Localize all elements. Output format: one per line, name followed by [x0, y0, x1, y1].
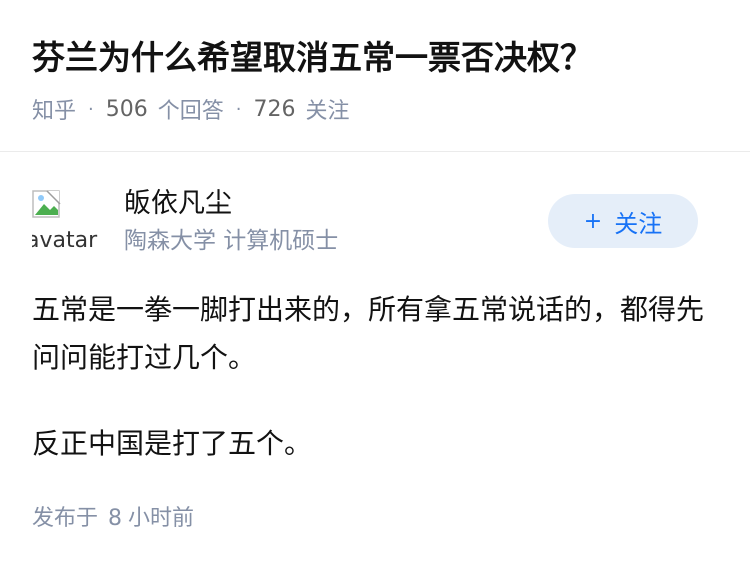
author-name[interactable]: 皈依凡尘	[124, 184, 232, 224]
answer-paragraph: 反正中国是打了五个。	[32, 427, 313, 460]
publish-prefix: 发布于	[32, 506, 99, 531]
follower-count: 726	[253, 96, 296, 122]
question-header: 芬兰为什么希望取消五常一票否决权？ 知乎 · 506 个回答 · 726 关注	[0, 0, 750, 152]
answer-content: 五常是一拳一脚打出来的，所有拿五常说话的，都得先问问能打过几个。 反正中国是打了…	[32, 286, 718, 506]
avatar[interactable]: avatar	[32, 188, 98, 254]
publish-value: 8	[108, 506, 123, 531]
follow-button-label: 关注	[614, 209, 663, 238]
avatar-alt-text: avatar	[32, 228, 98, 253]
source-label[interactable]: 知乎	[32, 93, 76, 125]
publish-suffix: 小时前	[128, 506, 195, 531]
answer-paragraph: 五常是一拳一脚打出来的，所有拿五常说话的，都得先问问能打过几个。	[32, 293, 705, 374]
question-meta: 知乎 · 506 个回答 · 726 关注	[32, 92, 350, 126]
question-title[interactable]: 芬兰为什么希望取消五常一票否决权？	[32, 34, 593, 82]
follower-count-label[interactable]: 关注	[306, 93, 350, 125]
publish-time: 发布于 8 小时前	[32, 502, 194, 536]
separator-dot: ·	[235, 98, 242, 120]
broken-image-icon	[32, 190, 61, 218]
follow-button[interactable]: + 关注	[548, 194, 698, 248]
answer-count: 506	[105, 96, 148, 122]
answer-count-label[interactable]: 个回答	[158, 93, 224, 125]
author-headline: 陶森大学 计算机硕士	[124, 228, 339, 254]
author-info: avatar 皈依凡尘 陶森大学 计算机硕士 + 关注	[32, 184, 718, 264]
separator-dot: ·	[88, 98, 94, 120]
plus-icon: +	[583, 208, 603, 234]
